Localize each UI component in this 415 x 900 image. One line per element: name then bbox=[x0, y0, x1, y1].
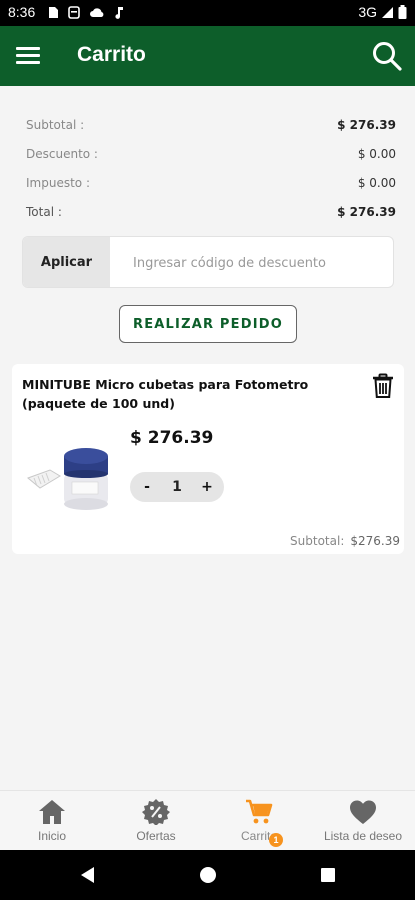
remove-item-button[interactable] bbox=[372, 373, 394, 399]
nav-label: Inicio bbox=[37, 829, 66, 843]
subtotal-value: $ 276.39 bbox=[337, 118, 396, 132]
bottom-navigation: Inicio Ofertas Carrito 1 Lista de deseo bbox=[0, 790, 415, 850]
recent-apps-icon[interactable] bbox=[318, 865, 338, 885]
search-icon bbox=[373, 42, 402, 71]
summary-subtotal-row: Subtotal : $ 276.39 bbox=[26, 118, 396, 147]
summary-tax-row: Impuesto : $ 0.00 bbox=[26, 176, 396, 205]
discount-icon bbox=[142, 799, 170, 825]
product-price: $ 276.39 bbox=[130, 428, 214, 448]
decrease-quantity-button[interactable]: - bbox=[136, 476, 158, 498]
item-subtotal-value: $276.39 bbox=[350, 534, 400, 548]
network-type: 3G bbox=[358, 4, 377, 20]
cart-icon bbox=[246, 799, 273, 824]
cart-count-badge: 1 bbox=[269, 833, 283, 847]
total-value: $ 276.39 bbox=[337, 205, 396, 219]
item-subtotal: Subtotal: $276.39 bbox=[290, 534, 400, 548]
total-label: Total : bbox=[26, 205, 62, 219]
home-circle-icon[interactable] bbox=[198, 865, 218, 885]
home-icon bbox=[39, 800, 65, 824]
nav-label: Ofertas bbox=[136, 829, 176, 843]
page-title: Carrito bbox=[77, 43, 146, 66]
menu-icon bbox=[14, 47, 42, 64]
status-time: 8:36 bbox=[8, 4, 36, 20]
nav-item-ofertas[interactable]: Ofertas bbox=[104, 791, 208, 851]
summary-discount-row: Descuento : $ 0.00 bbox=[26, 147, 396, 176]
nav-item-inicio[interactable]: Inicio bbox=[0, 791, 104, 851]
system-navigation-bar bbox=[0, 850, 415, 900]
nav-item-lista-de-deseo[interactable]: Lista de deseo bbox=[311, 791, 415, 851]
place-order-button[interactable]: REALIZAR PEDIDO bbox=[119, 305, 297, 343]
back-icon[interactable] bbox=[78, 865, 98, 885]
tax-value: $ 0.00 bbox=[357, 176, 396, 190]
coupon-box: Aplicar bbox=[22, 236, 394, 288]
tax-label: Impuesto : bbox=[26, 176, 90, 190]
status-bar: 8:36 3G bbox=[0, 0, 415, 26]
apply-coupon-button[interactable]: Aplicar bbox=[23, 237, 110, 287]
trash-icon bbox=[373, 373, 393, 398]
discount-label: Descuento : bbox=[26, 147, 98, 161]
item-subtotal-label: Subtotal: bbox=[290, 534, 345, 548]
signal-icon bbox=[382, 6, 393, 18]
coupon-code-input[interactable] bbox=[123, 249, 383, 277]
music-note-icon bbox=[115, 7, 123, 19]
nav-item-carrito[interactable]: Carrito 1 bbox=[207, 791, 311, 851]
cloud-icon bbox=[90, 8, 104, 17]
heart-icon bbox=[350, 800, 376, 824]
product-name: MINITUBE Micro cubetas para Fotometro (p… bbox=[22, 377, 309, 411]
nav-label: Lista de deseo bbox=[323, 829, 403, 843]
quantity-value: 1 bbox=[172, 479, 182, 495]
increase-quantity-button[interactable]: + bbox=[196, 476, 218, 498]
cart-item-card: MINITUBE Micro cubetas para Fotometro (p… bbox=[12, 364, 404, 554]
menu-button[interactable] bbox=[14, 44, 42, 68]
order-summary: Subtotal : $ 276.39 Descuento : $ 0.00 I… bbox=[26, 118, 396, 234]
app-bar: Carrito bbox=[0, 26, 415, 86]
storage-icon bbox=[68, 6, 80, 19]
sim-card-icon bbox=[49, 7, 58, 18]
battery-icon bbox=[398, 5, 407, 19]
product-image[interactable] bbox=[24, 426, 116, 518]
nav-label: Carrito bbox=[240, 829, 277, 843]
search-button[interactable] bbox=[371, 40, 403, 72]
discount-value: $ 0.00 bbox=[357, 147, 396, 161]
quantity-stepper: - 1 + bbox=[130, 472, 224, 502]
subtotal-label: Subtotal : bbox=[26, 118, 85, 132]
summary-total-row: Total : $ 276.39 bbox=[26, 205, 396, 234]
